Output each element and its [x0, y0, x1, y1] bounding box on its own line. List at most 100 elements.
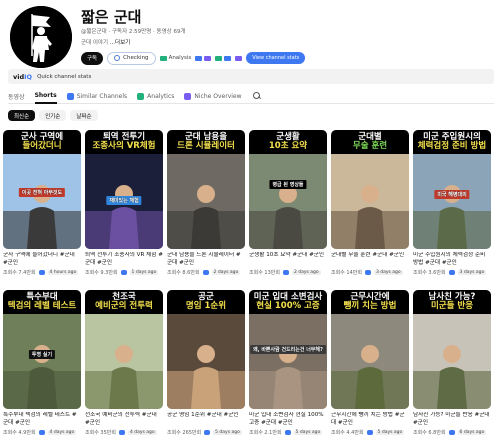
checking-label: Checking	[123, 55, 149, 61]
analysis-button[interactable]: Analysis	[159, 55, 192, 61]
short-card[interactable]: 남사친 가능? 미군들 반응 남사친 가능? 미군들 반응 #군대 #군인 조회수 6…	[413, 290, 491, 444]
upload-age: 4 days ago	[127, 430, 157, 435]
short-thumbnail[interactable]: 퇴역 전투기 조종사의 VR체험 재미있는 체험	[85, 130, 163, 249]
short-caption: 퇴역 전투기 조종사의 VR체험	[85, 130, 163, 155]
short-meta: 조회수 265만회 5 days ago	[167, 429, 245, 436]
upload-age: 6 days ago	[457, 430, 487, 435]
upload-age: 5 days ago	[375, 430, 405, 435]
short-thumbnail[interactable]: 군대별 무술 훈련	[331, 130, 409, 249]
view-count: 조회수 4.9만회	[3, 430, 36, 436]
short-title[interactable]: 근무시간에 뺑끼 치는 방법 #군대 #군인	[331, 412, 409, 428]
short-card[interactable]: 군대 남용을 드론 시뮬레이터 군대 남용을 드론 시뮬레이터 #군대 #군인 조회수…	[167, 130, 245, 284]
view-count: 조회수 3.6만회	[413, 270, 446, 276]
vidiq-badge-icon	[364, 270, 371, 275]
short-card[interactable]: 특수부대 텍검의 레벨 테스트 투명 실기특수부대 텍검의 레벨 테스트 #군대 #…	[3, 290, 81, 444]
short-title[interactable]: 군대별 무술 훈련 #군대 #군인	[331, 252, 409, 268]
subscribe-button[interactable]: 구독	[81, 51, 104, 65]
caption-line-2: 드론 시뮬레이터	[177, 141, 235, 152]
upload-age: 4 days ago	[47, 430, 77, 435]
channel-description[interactable]: 군대 이야기 ...더보기	[81, 38, 130, 46]
short-card[interactable]: 군대별 무술 훈련 군대별 무술 훈련 #군대 #군인 조회수 14만회 3 days …	[331, 130, 409, 284]
tab-videos[interactable]: 동영상	[8, 89, 25, 104]
short-thumbnail[interactable]: 천조국 예비군의 전투력	[85, 290, 163, 409]
short-title[interactable]: 미군 입대 소변검사 현실 100% 고증 #군대 #군인	[249, 412, 327, 428]
tab-analytics[interactable]: Analytics	[137, 89, 174, 104]
view-channel-stats-button[interactable]: View channel stats	[246, 52, 306, 64]
action-row: 구독 Checking Analysis View channel stats	[81, 51, 306, 65]
channel-header: 짧은 군대 @짧은군대 · 구독자 2.59만명 · 동영상 69개 군대 이야…	[6, 2, 494, 68]
short-title[interactable]: 군대 남용을 드론 시뮬레이터 #군대 #군인	[167, 252, 245, 268]
short-title[interactable]: 천조국 예비군의 전투력 #군대 #군인	[85, 412, 163, 428]
short-thumbnail[interactable]: 공군 명임 1순위	[167, 290, 245, 409]
short-thumbnail[interactable]: 미군 주입원시의 체력검정 준비 방법 미국 해병대의	[413, 130, 491, 249]
short-card[interactable]: 미군 입대 소변검사 현실 100% 고증 왜, 바쁜사람 건드리는건 너무해? 미군…	[249, 290, 327, 444]
niche-icon	[184, 92, 192, 100]
short-caption: 미군 입대 소변검사 현실 100% 고증	[249, 290, 327, 315]
short-title[interactable]: 군생활 10초 요약 #군대 #군인	[249, 252, 327, 268]
chip-popular[interactable]: 인기순	[39, 110, 67, 121]
short-card[interactable]: 군생활 10초 요약 병급 된 영상들군생활 10초 요약 #군대 #군인 조회수 1…	[249, 130, 327, 284]
short-caption: 군생활 10초 요약	[249, 130, 327, 155]
caption-line-2: 명임 1순위	[185, 301, 227, 312]
tab-niche-overview[interactable]: Niche Overview	[184, 89, 242, 104]
short-card[interactable]: 군사 구역에 들어갔더니 이곳 전혀 아무것도군사 구역에 들어갔더니 #군대 #군…	[3, 130, 81, 284]
caption-line-2: 텍검의 레벨 테스트	[7, 301, 77, 312]
short-meta: 조회수 3.6만회 3 days ago	[413, 269, 491, 276]
similar-icon	[66, 92, 74, 100]
short-card[interactable]: 천조국 예비군의 전투력천조국 예비군의 전투력 #군대 #군인 조회수 35만회 4…	[85, 290, 163, 444]
vidiq-badge-icon	[202, 270, 209, 275]
tab-similar-channels[interactable]: Similar Channels	[66, 89, 127, 104]
tab-label: Niche Overview	[194, 92, 242, 100]
short-card[interactable]: 퇴역 전투기 조종사의 VR체험 재미있는 체험퇴역 전투기 조종사의 VR 체험 …	[85, 130, 163, 284]
vidiq-logo-a: vid	[13, 72, 25, 81]
channel-avatar[interactable]	[10, 6, 72, 68]
extension-icon-3[interactable]	[235, 55, 243, 61]
extension-icon-2[interactable]	[215, 55, 232, 61]
channel-title: 짧은 군대	[81, 8, 142, 26]
caption-line-2: 체력검정 준비 방법	[417, 141, 487, 152]
analysis-label: Analysis	[168, 55, 192, 61]
short-thumbnail[interactable]: 근무시간에 뺑끼 치는 방법	[331, 290, 409, 409]
short-thumbnail[interactable]: 군생활 10초 요약 병급 된 영상들	[249, 130, 327, 249]
caption-line-2: 무술 훈련	[352, 141, 388, 152]
short-meta: 조회수 35만회 4 days ago	[85, 429, 163, 436]
chip-latest[interactable]: 최신순	[8, 110, 36, 121]
vidiq-stats-bar[interactable]: vidIQ Quick channel stats	[8, 69, 494, 84]
short-title[interactable]: 공군 명임 1순위 #군대 #군인	[167, 412, 245, 428]
short-caption: 근무시간에 뺑끼 치는 방법	[331, 290, 409, 315]
checking-button[interactable]: Checking	[107, 51, 156, 65]
short-thumbnail[interactable]: 남사친 가능? 미군들 반응	[413, 290, 491, 409]
subtitle-overlay: 미국 해병대의	[434, 190, 470, 199]
vidiq-badge-icon	[284, 430, 291, 435]
short-card[interactable]: 공군 명임 1순위공군 명임 1순위 #군대 #군인 조회수 265만회 5 days…	[167, 290, 245, 444]
upload-age: 2 days ago	[211, 270, 241, 275]
short-title[interactable]: 군사 구역에 들어갔더니 #군대 #군인	[3, 252, 81, 268]
video-count: 동영상 69개	[156, 29, 186, 35]
search-icon[interactable]	[252, 91, 262, 101]
short-meta: 조회수 13만회 2 days ago	[249, 269, 327, 276]
short-title[interactable]: 특수부대 텍검의 레벨 테스트 #군대 #군인	[3, 412, 81, 428]
thumbnail-image	[413, 316, 491, 409]
short-title[interactable]: 남사친 가능? 미군들 반응 #군대 #군인	[413, 412, 491, 428]
short-meta: 조회수 2.1만회 5 days ago	[249, 429, 327, 436]
caption-line-2: 조종사의 VR체험	[92, 141, 156, 152]
tab-shorts[interactable]: Shorts	[34, 89, 57, 104]
short-thumbnail[interactable]: 군대 남용을 드론 시뮬레이터	[167, 130, 245, 249]
chart-icon	[195, 55, 203, 61]
chip-oldest[interactable]: 날짜순	[70, 110, 98, 121]
more-link[interactable]: ...더보기	[110, 40, 130, 46]
quick-channel-stats[interactable]: Quick channel stats	[37, 74, 91, 80]
short-card[interactable]: 미군 주입원시의 체력검정 준비 방법 미국 해병대의 미군 주입원시의 체력검정 준…	[413, 130, 491, 284]
short-thumbnail[interactable]: 특수부대 텍검의 레벨 테스트 투명 실기	[3, 290, 81, 409]
short-caption: 군사 구역에 들어갔더니	[3, 130, 81, 155]
short-card[interactable]: 근무시간에 뺑끼 치는 방법 근무시간에 뺑끼 치는 방법 #군대 #군인 조회수 4…	[331, 290, 409, 444]
short-thumbnail[interactable]: 군사 구역에 들어갔더니 이곳 전혀 아무것도	[3, 130, 81, 249]
channel-handle: @짧은군대	[81, 29, 107, 35]
vidiq-badge-icon	[448, 430, 455, 435]
vidiq-badge-icon	[38, 430, 45, 435]
upload-age: 1 days ago	[129, 270, 159, 275]
short-title[interactable]: 미군 주입원시의 체력검정 준비 방법 #군대 #군인	[413, 252, 491, 268]
extension-icon-1[interactable]	[195, 55, 212, 61]
short-title[interactable]: 퇴역 전투기 조종사의 VR 체험 #군대 #군인	[85, 252, 163, 268]
short-thumbnail[interactable]: 미군 입대 소변검사 현실 100% 고증 왜, 바쁜사람 건드리는건 너무해?	[249, 290, 327, 409]
